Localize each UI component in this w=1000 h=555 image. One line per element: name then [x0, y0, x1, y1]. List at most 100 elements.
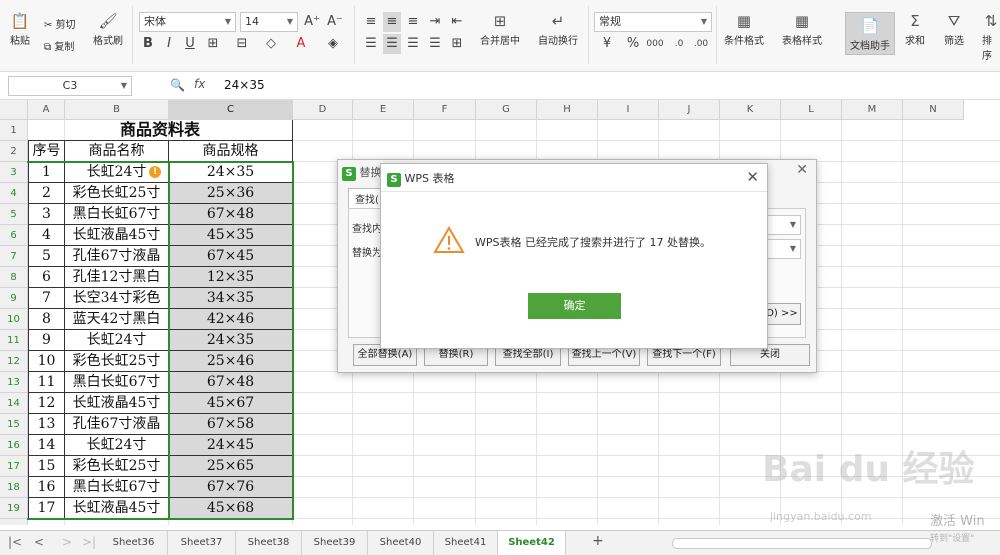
copy-button[interactable]: ⧉ 复制 [44, 38, 74, 53]
table-style-button[interactable]: ▦ 表格样式 [782, 10, 822, 47]
spec-cell[interactable]: 45×35 [169, 225, 293, 246]
index-cell[interactable]: 17 [28, 498, 65, 519]
index-cell[interactable]: 9 [28, 330, 65, 351]
filter-button[interactable]: ⛛ 筛选 [944, 10, 964, 47]
row-header-16[interactable]: 16 [0, 435, 28, 456]
sheet-tab-sheet39[interactable]: Sheet39 [302, 531, 368, 555]
align-center-icon[interactable]: ☰ [383, 34, 401, 54]
sheet-tab-sheet38[interactable]: Sheet38 [236, 531, 302, 555]
index-cell[interactable]: 4 [28, 225, 65, 246]
row-header-4[interactable]: 4 [0, 183, 28, 204]
spec-cell[interactable]: 34×35 [169, 288, 293, 309]
close-icon[interactable]: ✕ [796, 162, 808, 178]
name-cell[interactable]: 黑白长虹67寸 [65, 477, 169, 498]
sheet-tab-sheet41[interactable]: Sheet41 [434, 531, 498, 555]
spec-cell[interactable]: 25×36 [169, 183, 293, 204]
distribute-icon[interactable]: ⊞ [448, 34, 466, 54]
replace-input[interactable]: ▼ [763, 239, 801, 259]
find-input[interactable]: ▼ [763, 215, 801, 235]
row-header-15[interactable]: 15 [0, 414, 28, 435]
fill-color-icon[interactable]: ◇ [262, 34, 280, 54]
index-cell[interactable]: 5 [28, 246, 65, 267]
header-cell[interactable]: 商品规格 [169, 141, 293, 162]
name-cell[interactable]: 孔佳67寸液晶 [65, 246, 169, 267]
name-cell[interactable]: 彩色长虹25寸 [65, 456, 169, 477]
index-cell[interactable]: 11 [28, 372, 65, 393]
column-header-m[interactable]: M [842, 100, 903, 120]
spec-cell[interactable]: 67×48 [169, 204, 293, 225]
row-header-10[interactable]: 10 [0, 309, 28, 330]
row-header-9[interactable]: 9 [0, 288, 28, 309]
row-header-8[interactable]: 8 [0, 267, 28, 288]
name-cell[interactable]: 黑白长虹67寸 [65, 204, 169, 225]
sort-button[interactable]: ⇅ 排序 [982, 10, 1000, 62]
underline-icon[interactable]: U [181, 34, 199, 54]
row-header-3[interactable]: 3 [0, 162, 28, 183]
row-header-18[interactable]: 18 [0, 477, 28, 498]
column-header-a[interactable]: A [28, 100, 65, 120]
increase-font-icon[interactable]: A⁺ [303, 12, 321, 32]
table-title[interactable]: 商品资料表 [28, 120, 293, 141]
outdent-icon[interactable]: ⇤ [448, 12, 466, 32]
column-header-i[interactable]: I [598, 100, 659, 120]
first-sheet-icon[interactable]: |< [8, 535, 22, 549]
row-header-19[interactable]: 19 [0, 498, 28, 519]
name-cell[interactable]: 长虹24寸 [65, 330, 169, 351]
column-header-h[interactable]: H [537, 100, 598, 120]
column-header-n[interactable]: N [903, 100, 964, 120]
row-header-2[interactable]: 2 [0, 141, 28, 162]
column-header-k[interactable]: K [720, 100, 781, 120]
name-cell[interactable]: 孔佳67寸液晶 [65, 414, 169, 435]
spec-cell[interactable]: 24×45 [169, 435, 293, 456]
spec-cell[interactable]: 42×46 [169, 309, 293, 330]
spec-cell[interactable]: 24×35 [169, 330, 293, 351]
conditional-format-button[interactable]: ▦ 条件格式 [724, 10, 764, 47]
spec-cell[interactable]: 67×58 [169, 414, 293, 435]
index-cell[interactable]: 2 [28, 183, 65, 204]
name-box[interactable]: C3 ▼ [8, 76, 132, 96]
name-cell[interactable]: 蓝天42寸黑白 [65, 309, 169, 330]
indent-icon[interactable]: ⇥ [426, 12, 444, 32]
currency-icon[interactable]: ¥ [598, 34, 616, 54]
index-cell[interactable]: 12 [28, 393, 65, 414]
formula-input[interactable]: 24×35 [224, 78, 265, 92]
row-header-20[interactable]: 20 [0, 519, 28, 525]
column-header-g[interactable]: G [476, 100, 537, 120]
name-cell[interactable]: 长虹液晶45寸 [65, 225, 169, 246]
index-cell[interactable]: 7 [28, 288, 65, 309]
spec-cell[interactable]: 24×35 [169, 162, 293, 183]
spec-cell[interactable]: 25×46 [169, 351, 293, 372]
spec-cell[interactable]: 25×65 [169, 456, 293, 477]
doc-helper-button[interactable]: 📄 文档助手 [845, 12, 895, 55]
ok-button[interactable]: 确定 [528, 293, 621, 319]
spec-cell[interactable]: 67×76 [169, 477, 293, 498]
row-header-5[interactable]: 5 [0, 204, 28, 225]
index-cell[interactable]: 15 [28, 456, 65, 477]
merge-center-button[interactable]: ⊞ 合并居中 [480, 10, 520, 47]
index-cell[interactable]: 8 [28, 309, 65, 330]
border-icon[interactable]: ⊞ [204, 34, 222, 54]
format-painter-button[interactable]: 🖌 格式刷 [93, 10, 123, 47]
justify-icon[interactable]: ☰ [426, 34, 444, 54]
column-header-c[interactable]: C [169, 100, 293, 120]
name-cell[interactable]: 长虹液晶45寸 [65, 498, 169, 519]
index-cell[interactable]: 3 [28, 204, 65, 225]
prev-sheet-icon[interactable]: < [34, 535, 44, 549]
spec-cell[interactable]: 67×45 [169, 246, 293, 267]
paste-button[interactable]: 📋 粘贴 [10, 10, 30, 47]
column-header-l[interactable]: L [781, 100, 842, 120]
percent-icon[interactable]: % [624, 34, 642, 54]
index-cell[interactable]: 14 [28, 435, 65, 456]
index-cell[interactable]: 16 [28, 477, 65, 498]
column-header-j[interactable]: J [659, 100, 720, 120]
row-header-7[interactable]: 7 [0, 246, 28, 267]
sheet-tab-sheet40[interactable]: Sheet40 [368, 531, 434, 555]
row-header-14[interactable]: 14 [0, 393, 28, 414]
sum-button[interactable]: Σ 求和 [905, 10, 925, 47]
last-sheet-icon[interactable]: >| [82, 535, 96, 549]
spec-cell[interactable]: 67×48 [169, 372, 293, 393]
add-sheet-icon[interactable]: + [592, 533, 604, 549]
row-header-13[interactable]: 13 [0, 372, 28, 393]
fx-icon[interactable]: fx [194, 77, 205, 91]
font-family-select[interactable]: 宋体 ▼ [139, 12, 236, 32]
